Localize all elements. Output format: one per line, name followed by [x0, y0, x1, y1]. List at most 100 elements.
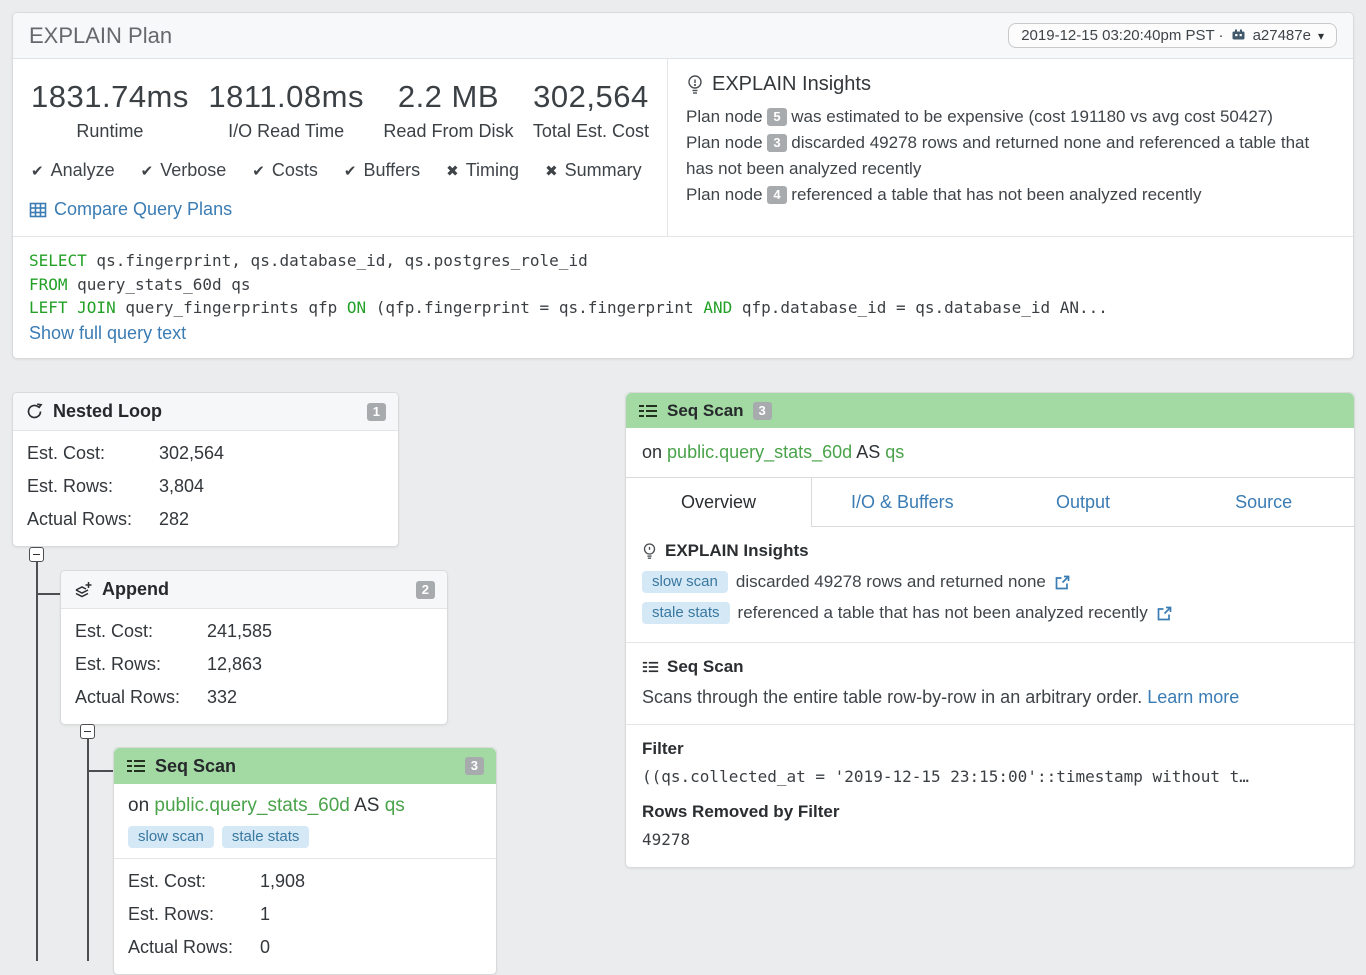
loop-icon: [25, 402, 44, 421]
fingerprint-icon: [1231, 28, 1246, 43]
flag-summary: ✖Summary: [545, 160, 642, 181]
insight-item: Plan node 3 discarded 49278 rows and ret…: [686, 130, 1335, 182]
insight-item: Plan node 5 was estimated to be expensiv…: [686, 104, 1335, 130]
detail-panel-header: Seq Scan 3: [626, 393, 1354, 428]
insight-text: referenced a table that has not been ana…: [791, 185, 1201, 204]
node-title: Seq Scan: [667, 401, 744, 421]
explain-insights-panel: EXPLAIN Insights Plan node 5 was estimat…: [668, 59, 1353, 236]
plan-node-nested-loop[interactable]: Nested Loop 1 Est. Cost:302,564 Est. Row…: [12, 392, 399, 547]
plan-node-seq-scan[interactable]: Seq Scan 3 on public.query_stats_60d AS …: [113, 747, 497, 975]
stat-label: Actual Rows:: [75, 687, 207, 708]
flag-label: Summary: [565, 160, 642, 181]
explain-plan-card: EXPLAIN Plan 2019-12-15 03:20:40pm PST ·…: [12, 12, 1354, 359]
node-stat-row: Actual Rows:282: [27, 509, 384, 530]
sql-text: (qfp.fingerprint = qs.fingerprint: [366, 298, 703, 317]
show-full-query-link[interactable]: Show full query text: [29, 323, 186, 344]
stat-label: Est. Cost:: [27, 443, 159, 464]
node-header: Seq Scan 3: [114, 748, 496, 784]
stat-label: Est. Rows:: [128, 904, 260, 925]
rows-removed-title: Rows Removed by Filter: [642, 802, 1338, 822]
detail-insights-section: EXPLAIN Insights slow scan discarded 492…: [626, 527, 1354, 642]
stat-label: Actual Rows:: [27, 509, 159, 530]
stat-runtime: 1831.74ms Runtime: [31, 79, 189, 142]
node-stat-row: Actual Rows:332: [75, 687, 433, 708]
sql-text: qs.fingerprint, qs.database_id, qs.postg…: [87, 251, 588, 270]
stat-label: Total Est. Cost: [533, 121, 649, 142]
tab-source[interactable]: Source: [1173, 478, 1354, 527]
learn-more-link[interactable]: Learn more: [1147, 687, 1239, 707]
node-stat-row: Est. Rows:1: [128, 904, 482, 925]
node-number-badge: 3: [767, 134, 786, 152]
query-text-section: SELECT qs.fingerprint, qs.database_id, q…: [13, 236, 1353, 358]
node-stat-row: Est. Cost:1,908: [128, 871, 482, 892]
sql-keyword: SELECT: [29, 251, 87, 270]
flag-label: Timing: [466, 160, 519, 181]
stat-value: 1,908: [260, 871, 305, 892]
node-stat-row: Est. Rows:12,863: [75, 654, 433, 675]
detail-tabs: Overview I/O & Buffers Output Source: [626, 477, 1354, 527]
node-title: Nested Loop: [53, 401, 162, 422]
check-icon: ✔: [252, 162, 265, 180]
stat-label: Est. Rows:: [75, 654, 207, 675]
sql-keyword: AND: [703, 298, 732, 317]
alias-link[interactable]: qs: [385, 795, 405, 816]
node-table-row: on public.query_stats_60d AS qs slow sca…: [114, 784, 496, 859]
stat-total-est-cost: 302,564 Total Est. Cost: [533, 79, 649, 142]
insight-item: Plan node 4 referenced a table that has …: [686, 182, 1335, 208]
minus-icon: [84, 731, 91, 733]
stat-value: 302,564: [159, 443, 224, 464]
node-stat-row: Actual Rows:0: [128, 937, 482, 958]
sql-keyword: FROM: [29, 275, 68, 294]
node-help-section: Seq Scan Scans through the entire table …: [626, 642, 1354, 724]
collapse-node-1-button[interactable]: [29, 547, 44, 562]
table-link[interactable]: public.query_stats_60d: [154, 795, 349, 816]
plan-node-append[interactable]: Append 2 Est. Cost:241,585 Est. Rows:12,…: [60, 570, 448, 725]
sql-text: qfp.database_id = qs.database_id AN...: [732, 298, 1108, 317]
node-stat-row: Est. Cost:302,564: [27, 443, 384, 464]
on-prefix: on: [128, 795, 149, 816]
detail-insight-item: slow scan discarded 49278 rows and retur…: [642, 571, 1338, 593]
minus-icon: [33, 554, 40, 556]
detail-table-row: on public.query_stats_60d AS qs: [626, 428, 1354, 477]
collapse-node-2-button[interactable]: [80, 724, 95, 739]
node-stat-row: Est. Rows:3,804: [27, 476, 384, 497]
detail-insight-item: stale stats referenced a table that has …: [642, 602, 1338, 624]
alias-link[interactable]: qs: [885, 442, 904, 462]
stat-value: 1831.74ms: [31, 79, 189, 115]
rows-scan-icon: [642, 659, 659, 675]
append-icon: [73, 580, 93, 600]
stat-value: 0: [260, 937, 270, 958]
compare-query-plans-link[interactable]: Compare Query Plans: [29, 199, 651, 220]
sql-text: query_stats_60d qs: [68, 275, 251, 294]
tag-slow-scan: slow scan: [642, 571, 728, 593]
sql-keyword: LEFT JOIN: [29, 298, 116, 317]
tab-overview[interactable]: Overview: [626, 478, 812, 527]
table-link[interactable]: public.query_stats_60d: [667, 442, 852, 462]
plan-stats-section: 1831.74ms Runtime 1811.08ms I/O Read Tim…: [13, 59, 668, 236]
timestamp-text: 2019-12-15 03:20:40pm PST ·: [1021, 27, 1223, 44]
insight-prefix: Plan node: [686, 107, 763, 126]
plan-timestamp-dropdown[interactable]: 2019-12-15 03:20:40pm PST · a27487e ▾: [1008, 23, 1337, 48]
node-number-badge: 4: [767, 186, 786, 204]
external-link-icon[interactable]: [1156, 605, 1173, 622]
external-link-icon[interactable]: [1054, 574, 1071, 591]
node-number-badge: 5: [767, 108, 786, 126]
stat-value: 12,863: [207, 654, 262, 675]
tree-connector-horizontal: [37, 593, 61, 595]
insights-title: EXPLAIN Insights: [712, 73, 871, 96]
tree-connector-horizontal: [88, 770, 114, 772]
tag-stale-stats: stale stats: [222, 826, 310, 848]
fingerprint-text: a27487e: [1253, 27, 1311, 44]
tab-output[interactable]: Output: [993, 478, 1174, 527]
node-number-badge: 2: [416, 581, 435, 599]
on-prefix: on: [642, 442, 662, 462]
filter-section: Filter ((qs.collected_at = '2019-12-15 2…: [626, 724, 1354, 867]
rows-scan-icon: [126, 757, 146, 775]
flag-label: Verbose: [160, 160, 226, 181]
stat-label: Est. Cost:: [75, 621, 207, 642]
node-number-badge: 3: [753, 402, 772, 420]
page-title: EXPLAIN Plan: [29, 23, 172, 49]
check-icon: ✔: [344, 162, 357, 180]
tab-io-buffers[interactable]: I/O & Buffers: [812, 478, 993, 527]
flag-label: Analyze: [51, 160, 115, 181]
